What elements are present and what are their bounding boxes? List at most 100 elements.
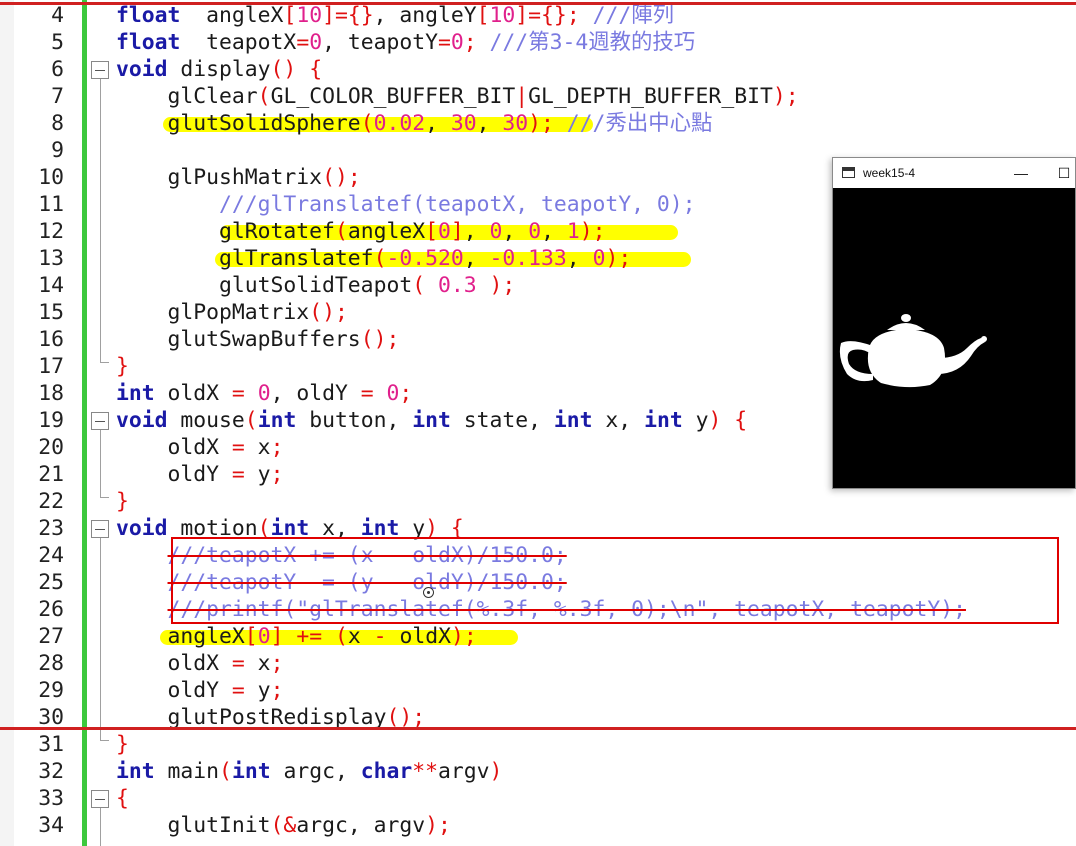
code-text[interactable]: void mouse(int button, int state, int x,… — [116, 407, 747, 434]
code-token: ( — [334, 219, 348, 244]
code-token: glutSolidSphere — [116, 111, 361, 136]
minimize-button[interactable]: — — [1009, 162, 1033, 184]
code-line[interactable]: 33 { — [0, 785, 1076, 812]
line-number: 17 — [38, 354, 64, 379]
code-token: , oldY — [270, 381, 361, 406]
line-number: 8 — [51, 111, 64, 136]
code-text[interactable]: float angleX[10]={}, angleY[10]={}; ///陣… — [116, 2, 674, 29]
code-text[interactable]: int oldX = 0, oldY = 0; — [116, 380, 412, 407]
code-token: , — [463, 219, 490, 244]
code-line[interactable]: 32 int main(int argc, char**argv) — [0, 758, 1076, 785]
code-line[interactable]: 6 void display() { — [0, 56, 1076, 83]
code-token: ); — [450, 624, 477, 649]
code-line[interactable]: 29 oldY = y; — [0, 677, 1076, 704]
code-text[interactable]: oldX = x; — [116, 650, 284, 677]
window-title-bar[interactable]: week15-4 — ☐ — [833, 158, 1075, 188]
code-token: ; — [566, 3, 580, 28]
code-text[interactable]: glutSwapBuffers(); — [116, 326, 400, 353]
code-text[interactable]: oldY = y; — [116, 461, 284, 488]
code-line[interactable]: 22} — [0, 488, 1076, 515]
code-text[interactable]: oldX = x; — [116, 434, 284, 461]
code-token: glPushMatrix — [116, 165, 323, 190]
code-line[interactable]: 5 float teapotX=0, teapotY=0; ///第3-4週教的技… — [0, 29, 1076, 56]
code-token: glClear — [116, 84, 258, 109]
maximize-button[interactable]: ☐ — [1052, 162, 1076, 184]
line-number: 12 — [38, 219, 64, 244]
opengl-canvas[interactable] — [833, 188, 1075, 488]
code-token: 0 — [450, 30, 464, 55]
teapot-knob — [901, 314, 911, 322]
code-token: angleX — [116, 624, 245, 649]
code-token: { — [309, 57, 323, 82]
code-line[interactable]: 27 angleX[0] += (x - oldX); — [0, 623, 1076, 650]
code-token: ; — [270, 435, 284, 460]
code-line[interactable]: 28 oldX = x; — [0, 650, 1076, 677]
code-token: ( — [257, 84, 271, 109]
code-line[interactable]: 31} — [0, 731, 1076, 758]
line-number: 13 — [38, 246, 64, 271]
code-text[interactable]: oldY = y; — [116, 677, 284, 704]
code-token: , — [541, 219, 567, 244]
code-token: char — [360, 759, 413, 784]
code-token: 10 — [296, 3, 323, 28]
code-token: += — [296, 624, 323, 649]
code-token: ( — [412, 273, 426, 298]
code-text[interactable]: glutInit(&argc, argv); — [116, 812, 451, 839]
code-text[interactable]: glPushMatrix(); — [116, 164, 361, 191]
teapot-lid — [887, 323, 925, 330]
code-text[interactable]: glClear(GL_COLOR_BUFFER_BIT|GL_DEPTH_BUF… — [116, 83, 799, 110]
line-number: 34 — [38, 813, 64, 838]
code-text[interactable]: } — [116, 353, 129, 380]
code-line[interactable]: 34 glutInit(&argc, argv); — [0, 812, 1076, 839]
code-text[interactable]: angleX[0] += (x - oldX); — [116, 623, 477, 650]
code-text[interactable]: glPopMatrix(); — [116, 299, 348, 326]
code-text[interactable]: ///glTranslatef(teapotX, teapotY, 0); — [116, 191, 696, 218]
code-token: ; — [463, 30, 477, 55]
code-token: 陣列 — [631, 3, 675, 28]
code-text[interactable]: glutSolidTeapot( 0.3 ); — [116, 272, 515, 299]
code-token: ); — [489, 273, 516, 298]
code-token: = — [231, 381, 245, 406]
code-token: x — [244, 435, 271, 460]
code-line[interactable]: 4 float angleX[10]={}, angleY[10]={}; ///… — [0, 2, 1076, 29]
code-token: y — [682, 408, 709, 433]
code-token: ) — [489, 759, 503, 784]
code-token: GL_COLOR_BUFFER_BIT — [270, 84, 516, 109]
code-text[interactable]: glTranslatef(-0.520, -0.133, 0); — [116, 245, 631, 272]
code-token: glutInit — [116, 813, 271, 838]
code-token: () — [270, 57, 297, 82]
code-text[interactable]: float teapotX=0, teapotY=0; ///第3-4週教的技巧 — [116, 29, 695, 56]
code-line[interactable]: 8 glutSolidSphere(0.02, 30, 30); ///秀出中心… — [0, 110, 1076, 137]
code-token: ( — [373, 246, 387, 271]
code-token: float — [116, 30, 181, 55]
code-text[interactable]: glutSolidSphere(0.02, 30, 30); ///秀出中心點 — [116, 110, 713, 137]
line-number: 29 — [38, 678, 64, 703]
code-token: ; — [270, 678, 284, 703]
code-text[interactable]: } — [116, 731, 129, 758]
code-token: oldY — [116, 678, 232, 703]
code-token: int — [644, 408, 683, 433]
code-token: 0 — [489, 219, 503, 244]
code-token: int — [553, 408, 593, 433]
code-token: int — [412, 408, 451, 433]
code-text[interactable]: int main(int argc, char**argv) — [116, 758, 502, 785]
code-text[interactable]: { — [116, 785, 129, 812]
line-number: 18 — [38, 381, 64, 406]
code-token: 週教的技巧 — [588, 30, 696, 55]
code-text[interactable]: void display() { — [116, 56, 322, 83]
code-token: x — [347, 624, 374, 649]
code-text[interactable]: glRotatef(angleX[0], 0, 0, 1); — [116, 218, 606, 245]
glut-window[interactable]: week15-4 — ☐ — [832, 157, 1076, 489]
code-line[interactable]: 7 glClear(GL_COLOR_BUFFER_BIT|GL_DEPTH_B… — [0, 83, 1076, 110]
code-token: x — [244, 651, 271, 676]
line-number: 22 — [38, 489, 64, 514]
code-token: int — [231, 759, 271, 784]
code-token: } — [116, 489, 129, 514]
code-text[interactable]: } — [116, 488, 129, 515]
code-token: } — [116, 732, 129, 757]
line-number: 21 — [38, 462, 64, 487]
teapot-body — [867, 329, 946, 388]
code-token: main — [154, 759, 220, 784]
